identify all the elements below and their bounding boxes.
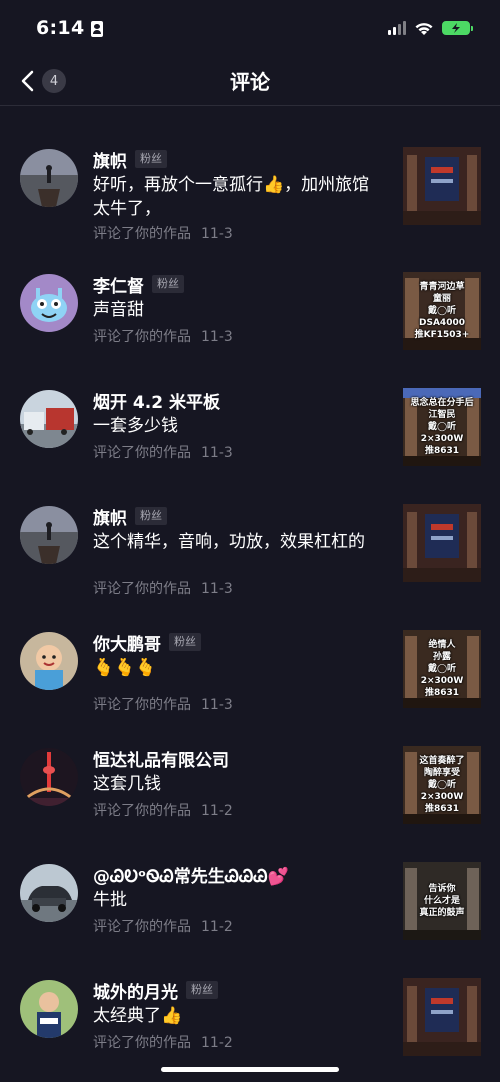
fan-badge: 粉丝: [135, 507, 167, 525]
comment-action: 评论了你的作品: [93, 697, 191, 713]
comment-list: 旗帜 粉丝 好听，再放个一意孤行👍，加州旅馆太牛了， 评论了你的作品 11-3 李…: [0, 107, 500, 1082]
username[interactable]: 你大鹏哥: [93, 630, 161, 655]
comment-item[interactable]: 李仁督 粉丝 声音甜 评论了你的作品 11-3 青青河边草 童丽 戴◯听 DSA4000…: [0, 272, 500, 382]
video-thumbnail[interactable]: 告诉你 什么才是 真正的鼓声: [403, 862, 481, 940]
video-thumbnail[interactable]: 这首奏醉了 陶醉享受 戴◯听 2×300W 推8631: [403, 746, 481, 824]
comment-action: 评论了你的作品: [93, 581, 191, 597]
comment-meta: 评论了你的作品 11-3: [93, 326, 243, 346]
chevron-left-icon: [21, 70, 34, 92]
wifi-icon: [415, 22, 433, 35]
name-row: 李仁督 粉丝: [93, 272, 184, 297]
comment-text: 🫰🫰🫰: [93, 658, 157, 678]
video-thumbnail[interactable]: 绝情人 孙露 戴◯听 2×300W 推8631: [403, 630, 481, 708]
comment-text: 好听，再放个一意孤行👍，加州旅馆太牛了，: [93, 175, 370, 219]
nav-bar: 4 评论: [0, 56, 500, 106]
status-time: 6:14: [36, 17, 85, 39]
page-title: 评论: [230, 70, 270, 94]
thumbnail-caption: 思念总在分手后 江智民 戴◯听 2×300W 推8631: [410, 398, 474, 456]
username[interactable]: 旗帜: [93, 147, 127, 172]
avatar[interactable]: [20, 748, 78, 806]
comment-text: 牛批: [93, 890, 127, 910]
username[interactable]: 恒达礼品有限公司: [93, 746, 229, 771]
name-row: 城外的月光 粉丝: [93, 978, 218, 1003]
avatar[interactable]: [20, 506, 78, 564]
comment-meta: 评论了你的作品 11-3: [93, 223, 243, 243]
comment-item[interactable]: 旗帜 粉丝 好听，再放个一意孤行👍，加州旅馆太牛了， 评论了你的作品 11-3: [0, 147, 500, 257]
back-button[interactable]: 4: [20, 66, 76, 96]
avatar[interactable]: [20, 980, 78, 1038]
avatar[interactable]: [20, 632, 78, 690]
comment-text: 这套几钱: [93, 774, 161, 794]
comment-date: 11-3: [201, 581, 233, 597]
name-row: 恒达礼品有限公司: [93, 746, 229, 771]
thumbnail-caption: 青青河边草 童丽 戴◯听 DSA4000 推KF1503+: [414, 282, 470, 340]
fan-badge: 粉丝: [186, 981, 218, 999]
comment-meta: 评论了你的作品 11-2: [93, 1032, 243, 1052]
battery-charging-icon: [442, 21, 473, 35]
comment-date: 11-3: [201, 329, 233, 345]
video-thumbnail[interactable]: [403, 147, 481, 225]
name-row: @ᏊᎧᵒᏫᏊ常先生ᏊᏊᏊ💕: [93, 862, 289, 887]
comment-text: 一套多少钱: [93, 416, 178, 436]
name-row: 你大鹏哥 粉丝: [93, 630, 201, 655]
comment-action: 评论了你的作品: [93, 445, 191, 461]
comment-date: 11-2: [201, 1035, 233, 1051]
comment-meta: 评论了你的作品 11-3: [93, 578, 243, 598]
comment-item[interactable]: 烟开 4.2 米平板 一套多少钱 评论了你的作品 11-3 思念总在分手后 江智民戴…: [0, 388, 500, 498]
status-icons: [388, 21, 473, 36]
comment-meta: 评论了你的作品 11-3: [93, 442, 243, 462]
video-thumbnail[interactable]: [403, 978, 481, 1056]
comment-date: 11-3: [201, 226, 233, 242]
name-row: 旗帜 粉丝: [93, 147, 167, 172]
comment-date: 11-2: [201, 919, 233, 935]
avatar[interactable]: [20, 149, 78, 207]
video-thumbnail[interactable]: 思念总在分手后 江智民 戴◯听 2×300W 推8631: [403, 388, 481, 466]
comment-meta: 评论了你的作品 11-2: [93, 916, 243, 936]
comment-action: 评论了你的作品: [93, 803, 191, 819]
comment-meta: 评论了你的作品 11-3: [93, 694, 243, 714]
comment-text: 太经典了👍: [93, 1006, 183, 1026]
name-row: 旗帜 粉丝: [93, 504, 167, 529]
comment-action: 评论了你的作品: [93, 1035, 191, 1051]
fan-badge: 粉丝: [169, 633, 201, 651]
comment-date: 11-3: [201, 445, 233, 461]
video-thumbnail[interactable]: 青青河边草 童丽 戴◯听 DSA4000 推KF1503+: [403, 272, 481, 350]
unread-count-badge: 4: [42, 69, 66, 93]
comment-date: 11-3: [201, 697, 233, 713]
thumbnail-caption: 这首奏醉了 陶醉享受 戴◯听 2×300W 推8631: [419, 756, 465, 814]
comment-action: 评论了你的作品: [93, 226, 191, 242]
name-row: 烟开 4.2 米平板: [93, 388, 220, 413]
comment-item[interactable]: @ᏊᎧᵒᏫᏊ常先生ᏊᏊᏊ💕 牛批 评论了你的作品 11-2 告诉你 什么才是 真正的鼓…: [0, 862, 500, 972]
comment-text: 这个精华，音响，功放，效果杠杠的: [93, 532, 365, 552]
video-thumbnail[interactable]: [403, 504, 481, 582]
comment-item[interactable]: 旗帜 粉丝 这个精华，音响，功放，效果杠杠的 评论了你的作品 11-3: [0, 504, 500, 614]
username[interactable]: 城外的月光: [93, 978, 178, 1003]
comment-item[interactable]: 恒达礼品有限公司 这套几钱 评论了你的作品 11-2 这首奏醉了 陶醉享受 戴◯听 2×…: [0, 746, 500, 856]
username[interactable]: 烟开 4.2 米平板: [93, 388, 220, 413]
comment-meta: 评论了你的作品 11-2: [93, 800, 243, 820]
comment-action: 评论了你的作品: [93, 329, 191, 345]
thumbnail-caption: 绝情人 孙露 戴◯听 2×300W 推8631: [420, 640, 464, 698]
username[interactable]: @ᏊᎧᵒᏫᏊ常先生ᏊᏊᏊ💕: [93, 862, 289, 887]
comment-item[interactable]: 你大鹏哥 粉丝 🫰🫰🫰 评论了你的作品 11-3 绝情人 孙露 戴◯听 2×300W 推8…: [0, 630, 500, 740]
fan-badge: 粉丝: [135, 150, 167, 168]
person-icon: [91, 21, 104, 37]
avatar[interactable]: [20, 274, 78, 332]
comment-action: 评论了你的作品: [93, 919, 191, 935]
avatar[interactable]: [20, 390, 78, 448]
fan-badge: 粉丝: [152, 275, 184, 293]
cellular-signal-icon: [388, 21, 406, 35]
status-bar: 6:14: [0, 0, 500, 56]
comment-date: 11-2: [201, 803, 233, 819]
comment-text: 声音甜: [93, 300, 144, 320]
home-indicator[interactable]: [161, 1067, 339, 1072]
avatar[interactable]: [20, 864, 78, 922]
thumbnail-caption: 告诉你 什么才是 真正的鼓声: [419, 884, 465, 918]
username[interactable]: 李仁督: [93, 272, 144, 297]
username[interactable]: 旗帜: [93, 504, 127, 529]
